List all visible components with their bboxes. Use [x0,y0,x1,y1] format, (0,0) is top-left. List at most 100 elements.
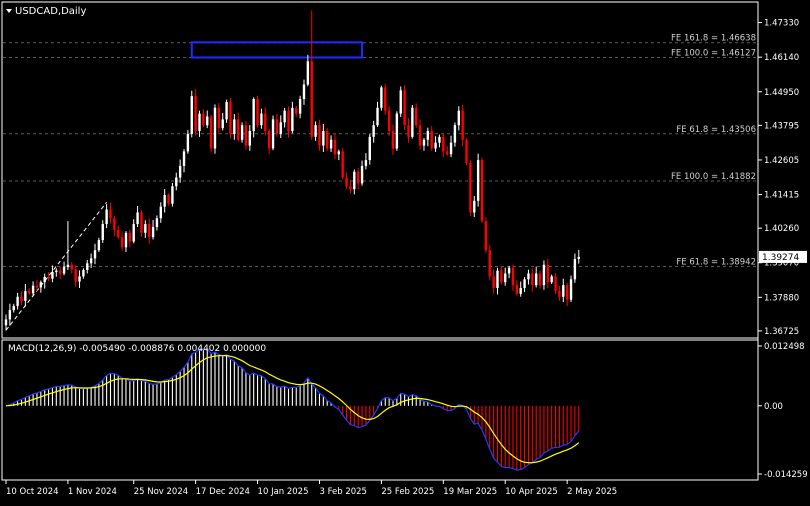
candle-body-bear [492,276,495,289]
price-tick-label: 1.44950 [764,88,799,98]
candle-body-bull [24,290,27,301]
candle-body-bull [198,113,201,132]
candle-body-bear [70,264,73,270]
candle-body-bear [384,87,387,111]
time-tick-label: 10 Apr 2025 [505,487,558,497]
candle-body-bear [147,224,151,238]
candle-body-bull [12,306,15,311]
time-axis-ticks: 10 Oct 2024 1 Nov 2024 25 Nov 2024 17 Dec 2… [5,480,617,497]
candle-body-bear [229,101,232,134]
candle-body-bull [55,270,58,273]
candle-body-bull [573,258,577,280]
candle-body-bear [244,125,248,146]
candle-body-bear [538,273,542,286]
candle-body-bull [473,200,476,213]
candle-body-bear [264,113,267,132]
candle-body-bull [248,131,252,146]
candle-body-bear [287,110,290,132]
level-label: FE 161.8 = 1.46638 [671,34,756,44]
candle-body-bull [260,113,263,126]
candle-body-bear [418,125,422,146]
current-price-tag: 1.39274 [759,250,807,263]
candle-body-bull [190,96,193,134]
candle-body-bear [387,110,391,132]
macd-axis-ticks: 0.012498 0.00 -0.014259 [758,342,808,480]
candle-body-bull [372,125,375,137]
candle-body-bull [329,139,333,149]
macd-tick-label: 0.00 [764,402,783,412]
candle-body-bear [515,285,519,294]
candle-body-bear [140,212,143,233]
candle-body-bull [144,224,147,233]
candle-body-bear [356,171,360,184]
candle-body-bear [217,107,221,129]
candle-body-bull [353,171,356,190]
price-pane-frame [1,1,759,339]
candle-body-bear [465,139,468,164]
time-tick-label: 1 Nov 2024 [68,487,117,497]
candle-body-bear [511,267,515,286]
candle-body-bull [132,224,135,242]
candle-body-bull [43,276,46,283]
time-tick-label: 10 Oct 2024 [6,487,59,497]
macd-tick-label: 0.012498 [764,342,805,352]
candle-body-bull [426,131,430,140]
candle-body-bear [333,139,337,155]
price-tick-label: 1.43795 [764,121,799,131]
candle-body-bear [565,285,569,300]
usdcad-daily-chart[interactable]: FE 161.8 = 1.46638 FE 100.0 = 1.46127 FE 6… [0,0,810,502]
candle-body-bear [194,96,197,132]
candle-body-bull [368,136,371,161]
candle-body-bull [542,264,546,286]
target-zone-box[interactable] [190,41,364,59]
candle-body-bear [310,61,313,137]
candle-body-bear [488,250,491,277]
candle-body-bull [39,282,43,288]
candle-body-bear [403,90,406,126]
candle-body-bull [89,258,93,264]
candle-body-bear [326,131,329,149]
candle-body-bull [527,273,530,280]
candle-body-bull [175,177,178,187]
chart-window: FE 161.8 = 1.46638 FE 100.0 = 1.46127 FE 6… [0,0,810,502]
candle-body-bull [283,110,286,123]
candle-body-bull [376,107,379,126]
candle-body-bull [434,142,437,149]
candle-body-bull [380,87,383,108]
candle-body-bull [101,224,104,241]
signal-line [5,354,580,464]
candle-body-bull [306,61,310,85]
candle-body-bear [461,110,464,140]
price-axis-ticks: 1.47330 1.46140 1.44950 1.43795 1.42605 1.414… [758,19,799,337]
macd-tick-label: -0.014259 [764,470,808,480]
candle-body-bull [151,226,155,238]
candle-body-bull [206,116,209,126]
macd-indicator [5,348,580,471]
candle-body-bull [252,99,255,132]
candle-body-bear [267,131,271,149]
candle-body-bull [476,160,480,201]
candle-body-bull [271,119,275,149]
candle-body-bull [233,119,236,134]
candle-body-bull [97,240,101,251]
candle-body-bear [120,237,124,248]
candle-body-bull [105,209,108,225]
chart-title: USDCAD,Daily [15,6,86,17]
candle-body-bull [93,250,97,259]
candle-body-bear [442,136,445,152]
candle-body-bull [78,276,81,282]
candle-body-bull [395,113,399,149]
candle-body-bull [186,133,190,152]
price-tick-label: 1.37880 [764,293,799,303]
time-tick-label: 25 Nov 2024 [134,487,188,497]
candle-body-bull [523,279,526,289]
candle-body-bear [546,264,549,283]
candle-body-bear [74,269,77,282]
level-labels: FE 161.8 = 1.46638 FE 100.0 = 1.46127 FE 6… [671,34,756,268]
candle-body-bull [337,151,341,155]
price-tick-label: 1.40260 [764,224,799,234]
candle-body-bear [349,186,352,190]
candle-body-bull [496,270,499,289]
candle-body-bull [124,232,128,248]
chart-menu-triangle-icon[interactable] [6,9,12,13]
